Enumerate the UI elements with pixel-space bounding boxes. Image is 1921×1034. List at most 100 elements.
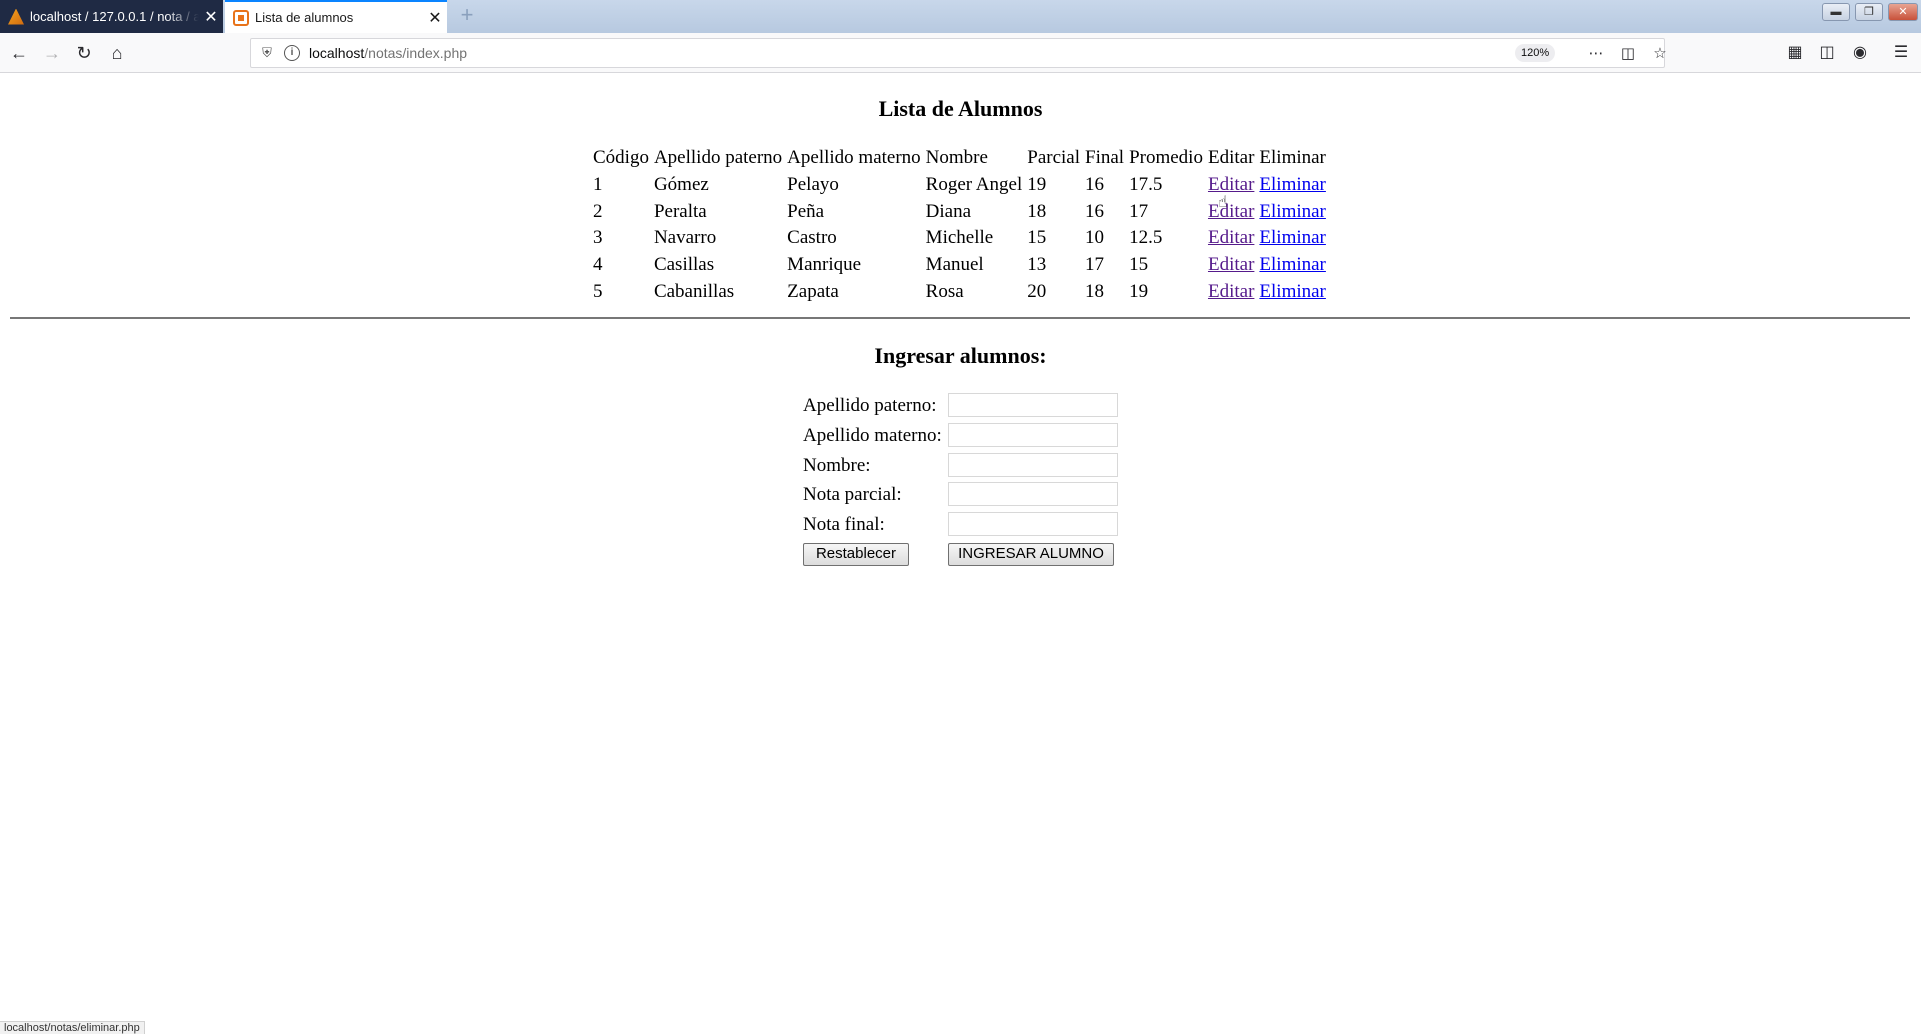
close-tab-icon[interactable]: ✕ — [199, 7, 223, 27]
col-header-codigo: Código — [593, 147, 649, 169]
cell-eliminar: Eliminar — [1259, 198, 1325, 225]
minimize-icon[interactable]: ▬ — [1822, 3, 1850, 21]
cell-eliminar: Eliminar — [1259, 278, 1325, 305]
cell-codigo: 5 — [593, 280, 603, 302]
form-heading: Ingresar alumnos: — [874, 343, 1047, 368]
forward-icon[interactable]: → — [38, 39, 66, 67]
tracking-shield-icon[interactable]: ⛨ — [259, 45, 275, 61]
cell-final: 16 — [1085, 174, 1105, 196]
delete-link[interactable]: Eliminar — [1259, 254, 1325, 275]
account-icon[interactable]: ◉ — [1848, 41, 1872, 65]
col-header-apellido-paterno: Apellido paterno — [653, 147, 783, 169]
edit-link[interactable]: Editar — [1208, 281, 1254, 302]
tab-title: localhost / 127.0.0.1 / nota / al — [30, 9, 199, 24]
cell-eliminar: Eliminar — [1259, 172, 1325, 199]
apellido-materno-input[interactable] — [948, 422, 1118, 447]
page-favicon-icon — [233, 9, 249, 26]
cell-apellido-materno: Zapata — [787, 280, 839, 302]
col-header-editar: Editar — [1207, 147, 1255, 169]
page-actions-icon[interactable]: ⋯ — [1585, 43, 1607, 65]
cell-apellido-paterno: Casillas — [653, 254, 715, 276]
col-header-nombre: Nombre — [925, 147, 988, 169]
cell-eliminar: Eliminar — [1259, 225, 1325, 252]
nota-final-input[interactable] — [948, 512, 1118, 537]
students-table: Código Apellido paterno Apellido materno… — [588, 145, 1331, 305]
cell-promedio: 12.5 — [1129, 227, 1163, 249]
edit-link[interactable]: Editar — [1208, 227, 1254, 248]
menu-icon[interactable]: ☰ — [1889, 41, 1913, 65]
cell-promedio: 17 — [1129, 200, 1149, 222]
cell-parcial: 15 — [1027, 227, 1047, 249]
sidebar-icon[interactable]: ◫ — [1815, 41, 1839, 65]
col-header-eliminar: Eliminar — [1259, 147, 1326, 169]
cell-codigo: 4 — [593, 254, 603, 276]
edit-link[interactable]: Editar — [1208, 254, 1254, 275]
url-bar[interactable]: ⛨ i localhost/notas/index.php 120% ⋯ ◫ ☆ — [250, 38, 1667, 68]
zoom-level-badge[interactable]: 120% — [1515, 44, 1556, 62]
cell-codigo: 3 — [593, 227, 603, 249]
apellido-paterno-input[interactable] — [948, 393, 1118, 417]
close-window-icon[interactable]: ✕ — [1888, 3, 1918, 21]
bookmark-star-icon[interactable]: ☆ — [1649, 43, 1671, 65]
tab-strip: localhost / 127.0.0.1 / nota / al ✕ List… — [0, 0, 1921, 33]
cell-eliminar: Eliminar — [1259, 252, 1325, 279]
new-tab-icon[interactable]: + — [455, 4, 479, 28]
library-icon[interactable]: ▦ — [1783, 41, 1807, 65]
url-text[interactable]: localhost/notas/index.php — [309, 45, 467, 61]
cell-final: 18 — [1085, 280, 1105, 302]
reset-button[interactable]: Restablecer — [803, 542, 909, 566]
nombre-label: Nombre: — [803, 454, 871, 476]
nota-parcial-label: Nota parcial: — [803, 484, 902, 506]
cell-nombre: Manuel — [925, 254, 984, 276]
nota-final-label: Nota final: — [803, 514, 885, 536]
cell-apellido-paterno: Peralta — [653, 200, 707, 222]
delete-link[interactable]: Eliminar — [1259, 281, 1325, 302]
delete-link[interactable]: Eliminar — [1259, 174, 1325, 195]
cell-apellido-paterno: Navarro — [653, 227, 717, 249]
hand-cursor-icon: ☝ — [1218, 194, 1228, 211]
cell-codigo: 2 — [593, 200, 603, 222]
cell-apellido-materno: Peña — [787, 200, 825, 222]
list-heading: Lista de Alumnos — [878, 96, 1043, 121]
nota-parcial-input[interactable] — [948, 482, 1118, 507]
home-icon[interactable]: ⌂ — [103, 39, 131, 67]
tab-title: Lista de alumnos — [255, 10, 354, 25]
site-info-icon[interactable]: i — [284, 45, 300, 61]
col-header-final: Final — [1085, 147, 1125, 169]
back-icon[interactable]: ← — [5, 39, 33, 67]
apellido-materno-label: Apellido materno: — [803, 424, 942, 446]
table-row: 4 Casillas Manrique Manuel 13 17 15 Edit… — [593, 252, 1326, 279]
restore-icon[interactable]: ❐ — [1855, 3, 1883, 21]
cell-nombre: Roger Angel — [925, 174, 1023, 196]
cell-parcial: 20 — [1027, 280, 1047, 302]
cell-parcial: 19 — [1027, 174, 1047, 196]
table-row: 3 Navarro Castro Michelle 15 10 12.5 Edi… — [593, 225, 1326, 252]
close-tab-icon[interactable]: ✕ — [423, 8, 447, 28]
table-row: 2 Peralta Peña Diana 18 16 17 Editar Eli… — [593, 198, 1326, 225]
cell-codigo: 1 — [593, 174, 603, 196]
submit-button[interactable]: INGRESAR ALUMNO — [948, 542, 1114, 566]
phpmyadmin-favicon-icon — [8, 8, 24, 25]
navigation-toolbar: ← → ↻ ⌂ ⛨ i localhost/notas/index.php 12… — [0, 33, 1921, 73]
nombre-input[interactable] — [948, 452, 1118, 477]
url-host: localhost — [309, 45, 365, 61]
reload-icon[interactable]: ↻ — [70, 39, 98, 67]
tab-lista-de-alumnos[interactable]: Lista de alumnos ✕ — [225, 0, 447, 33]
table-header-row: Código Apellido paterno Apellido materno… — [593, 145, 1326, 172]
cell-parcial: 18 — [1027, 200, 1047, 222]
cell-editar: Editar — [1208, 278, 1254, 305]
url-path: /notas/index.php — [364, 45, 468, 61]
table-row: 5 Cabanillas Zapata Rosa 20 18 19 Editar… — [593, 278, 1326, 305]
delete-link[interactable]: Eliminar — [1259, 227, 1325, 248]
cell-final: 16 — [1085, 200, 1105, 222]
cell-parcial: 13 — [1027, 254, 1047, 276]
tab-phpmyadmin[interactable]: localhost / 127.0.0.1 / nota / al ✕ — [0, 0, 223, 33]
cell-apellido-paterno: Gómez — [653, 174, 709, 196]
col-header-apellido-materno: Apellido materno — [787, 147, 921, 169]
cell-promedio: 17.5 — [1129, 174, 1163, 196]
pocket-icon[interactable]: ◫ — [1617, 43, 1639, 65]
cell-apellido-materno: Manrique — [787, 254, 862, 276]
delete-link[interactable]: Eliminar — [1259, 201, 1325, 222]
cell-promedio: 19 — [1129, 280, 1149, 302]
table-row: 1 Gómez Pelayo Roger Angel 19 16 17.5 Ed… — [593, 172, 1326, 199]
